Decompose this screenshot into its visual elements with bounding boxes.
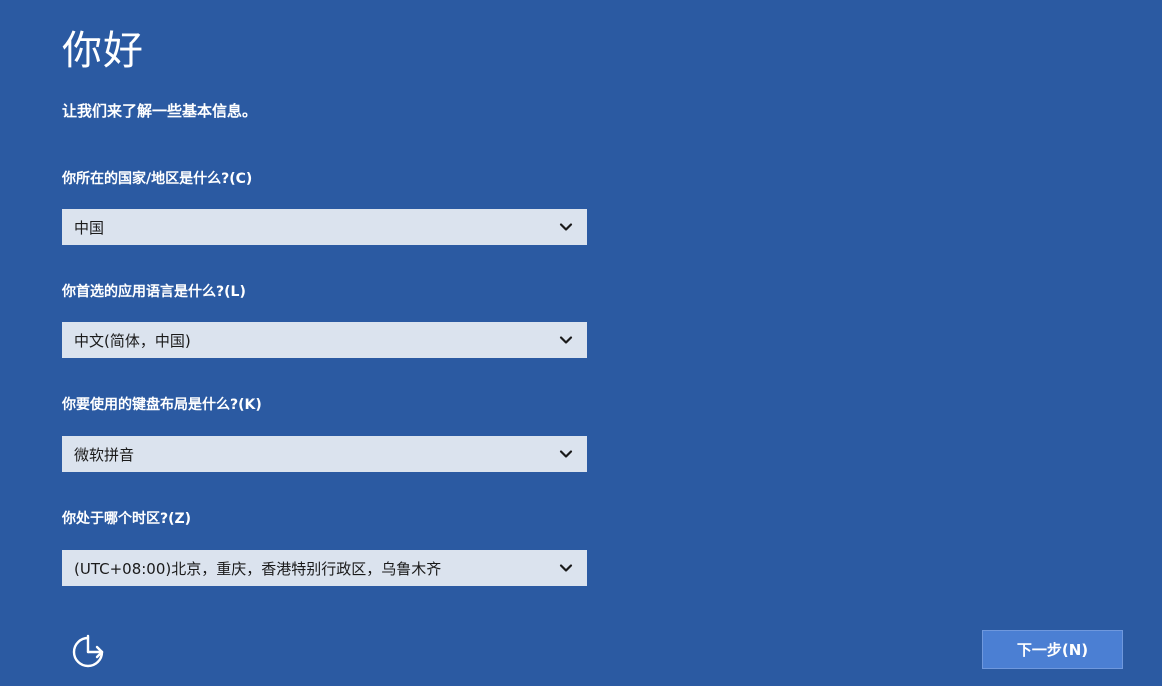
ease-of-access-icon[interactable] [68,632,108,672]
country-label: 你所在的国家/地区是什么?(C) [62,171,253,187]
timezone-select-value: (UTC+08:00)北京，重庆，香港特别行政区，乌鲁木齐 [74,559,442,578]
country-select-value: 中国 [74,218,105,237]
app-language-label: 你首选的应用语言是什么?(L) [62,284,246,300]
chevron-down-icon [559,333,573,347]
chevron-down-icon [559,220,573,234]
chevron-down-icon [559,447,573,461]
country-select[interactable]: 中国 [62,209,587,245]
app-language-select-value: 中文(简体，中国) [74,331,191,350]
keyboard-select-value: 微软拼音 [74,445,135,464]
chevron-down-icon [559,561,573,575]
page-title: 你好 [62,28,144,74]
app-language-select[interactable]: 中文(简体，中国) [62,322,587,358]
keyboard-label: 你要使用的键盘布局是什么?(K) [62,397,262,413]
next-button[interactable]: 下一步(N) [982,630,1123,669]
page-subtitle: 让我们来了解一些基本信息。 [62,102,258,120]
keyboard-select[interactable]: 微软拼音 [62,436,587,472]
timezone-select[interactable]: (UTC+08:00)北京，重庆，香港特别行政区，乌鲁木齐 [62,550,587,586]
timezone-label: 你处于哪个时区?(Z) [62,511,192,527]
